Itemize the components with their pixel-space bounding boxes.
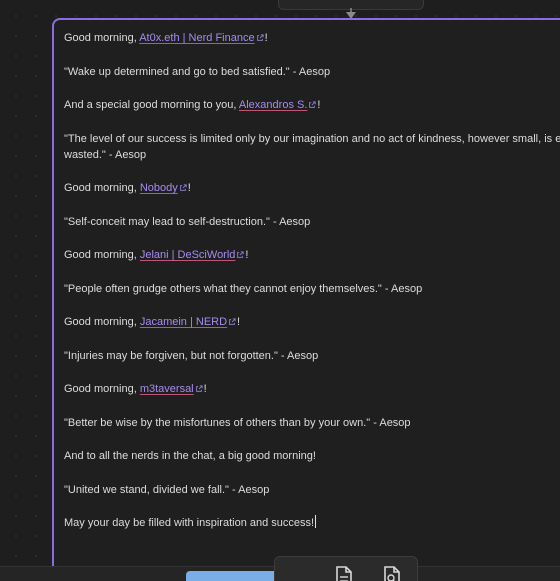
external-link-icon xyxy=(179,184,187,191)
external-link-icon xyxy=(195,385,203,392)
greeting-paragraph: Good morning, m3taversal! xyxy=(64,381,560,397)
quote-paragraph: "Better be wise by the misfortunes of ot… xyxy=(64,416,411,429)
quote-paragraph: "People often grudge others what they ca… xyxy=(64,282,423,295)
greeting-paragraph: Good morning, At0x.eth | Nerd Finance! xyxy=(64,30,560,46)
greeting-text: Good morning, xyxy=(64,383,140,395)
mention-link[interactable]: Jelani | DeSciWorld xyxy=(140,249,236,261)
card-content[interactable]: Good morning, At0x.eth | Nerd Finance! "… xyxy=(64,30,560,549)
floating-toolbar xyxy=(274,556,418,581)
canvas-background[interactable]: Good morning, At0x.eth | Nerd Finance! "… xyxy=(0,0,560,581)
greeting-punctuation: ! xyxy=(264,32,268,44)
greeting-text: Good morning, xyxy=(64,249,140,261)
greeting-punctuation: ! xyxy=(187,182,191,194)
search-document-icon[interactable] xyxy=(381,565,403,581)
document-icon[interactable] xyxy=(333,565,355,581)
greeting-paragraph: Good morning, Jacamein | NERD! xyxy=(64,314,560,330)
greeting-punctuation: ! xyxy=(245,249,249,261)
mention-link[interactable]: m3taversal xyxy=(140,383,194,395)
mention-link[interactable]: Nobody xyxy=(140,182,178,194)
greeting-paragraph: And a special good morning to you, Alexa… xyxy=(64,97,560,113)
greeting-paragraph: Good morning, Nobody! xyxy=(64,180,560,196)
greeting-paragraph: Good morning, Jelani | DeSciWorld! xyxy=(64,247,560,263)
greeting-punctuation: ! xyxy=(237,316,241,328)
mention-link[interactable]: At0x.eth | Nerd Finance xyxy=(139,32,254,44)
text-caret xyxy=(315,515,317,528)
quote-paragraph: "United we stand, divided we fall." - Ae… xyxy=(64,483,270,496)
external-link-icon xyxy=(256,34,264,41)
quote-paragraph: "The level of our success is limited onl… xyxy=(64,132,560,161)
external-link-icon xyxy=(229,318,236,325)
closing-paragraph: May your day be filled with inspiration … xyxy=(64,515,560,531)
quote-paragraph: "Injuries may be forgiven, but not forgo… xyxy=(64,349,319,362)
external-link-icon xyxy=(237,251,245,258)
closing-paragraph: And to all the nerds in the chat, a big … xyxy=(64,450,316,462)
closing-text: May your day be filled with inspiration … xyxy=(64,517,315,529)
greeting-text: Good morning, xyxy=(64,32,140,44)
greeting-text: And a special good morning to you, xyxy=(64,99,239,111)
mention-link[interactable]: Jacamein | NERD xyxy=(140,316,227,328)
greeting-punctuation: ! xyxy=(203,383,207,395)
text-node-card[interactable]: Good morning, At0x.eth | Nerd Finance! "… xyxy=(52,18,560,581)
mention-link[interactable]: Alexandros S. xyxy=(239,99,307,111)
greeting-text: Good morning, xyxy=(64,182,140,194)
external-link-icon xyxy=(309,101,317,108)
greeting-punctuation: ! xyxy=(317,99,321,111)
greeting-text: Good morning, xyxy=(64,316,140,328)
quote-paragraph: "Self-conceit may lead to self-destructi… xyxy=(64,215,311,228)
quote-paragraph: "Wake up determined and go to bed satisf… xyxy=(64,65,331,78)
